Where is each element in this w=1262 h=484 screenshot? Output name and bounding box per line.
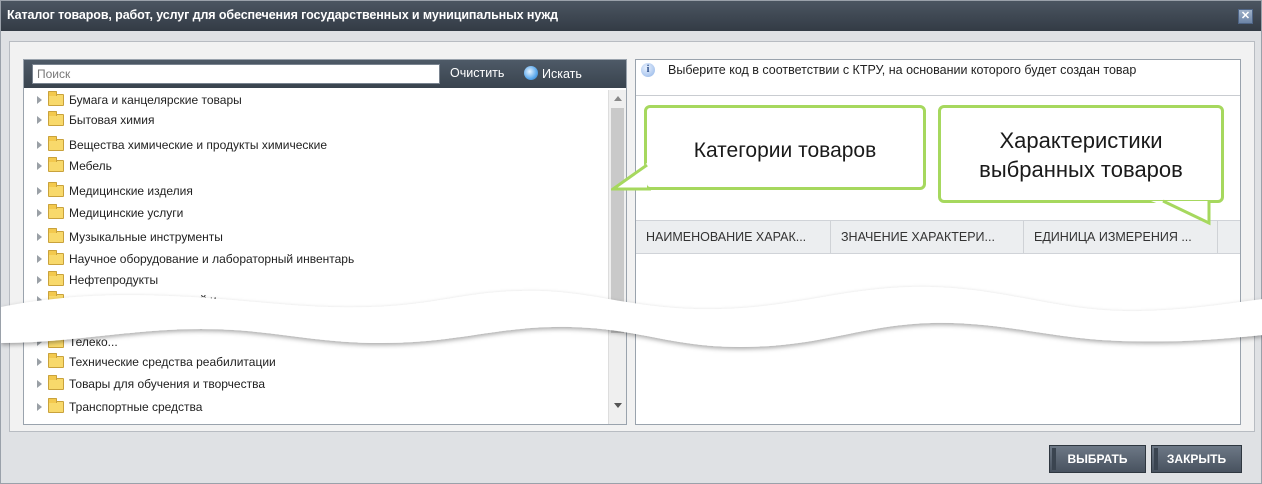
folder-icon bbox=[48, 157, 64, 172]
tree-item[interactable]: Бытовая химия bbox=[24, 110, 154, 130]
tree-scrollbar[interactable] bbox=[608, 90, 626, 424]
search-input[interactable] bbox=[32, 64, 440, 84]
search-icon bbox=[524, 66, 538, 80]
expand-arrow-icon[interactable] bbox=[37, 96, 42, 104]
dialog-title: Каталог товаров, работ, услуг для обеспе… bbox=[7, 8, 558, 22]
search-bar: Очистить Искать bbox=[24, 60, 626, 88]
expand-arrow-icon[interactable] bbox=[37, 209, 42, 217]
expand-arrow-icon[interactable] bbox=[37, 187, 42, 195]
tree-item[interactable]: Медицинские изделия bbox=[24, 181, 193, 201]
tree-item[interactable]: Бумага и канцелярские товары bbox=[24, 90, 242, 110]
info-text: Выберите код в соответствии с КТРУ, на о… bbox=[668, 63, 1137, 77]
callout-categories-pointer bbox=[611, 163, 651, 191]
tree-item-label: Медицинские услуги bbox=[69, 206, 184, 220]
expand-arrow-icon[interactable] bbox=[37, 116, 42, 124]
folder-icon bbox=[48, 204, 64, 219]
column-header-name[interactable]: НАИМЕНОВАНИЕ ХАРАК... bbox=[636, 221, 831, 253]
tree-item[interactable]: Музыкальные инструменты bbox=[24, 227, 223, 247]
tree-item-label: Научное оборудование и лабораторный инве… bbox=[69, 252, 355, 266]
expand-arrow-icon[interactable] bbox=[37, 358, 42, 366]
tree-item[interactable]: Товары для обучения и творчества bbox=[24, 374, 265, 394]
tree-item[interactable]: Научное оборудование и лабораторный инве… bbox=[24, 249, 354, 269]
folder-icon bbox=[48, 228, 64, 243]
tree-item-label: Вещества химические и продукты химически… bbox=[69, 138, 328, 152]
scroll-up-icon[interactable] bbox=[614, 96, 622, 101]
callout-characteristics: Характеристики выбранных товаров bbox=[938, 105, 1224, 203]
tree-item-label: Технические средства реабилитации bbox=[69, 355, 276, 369]
folder-icon bbox=[48, 250, 64, 265]
callout-characteristics-pointer bbox=[1151, 199, 1211, 226]
close-button[interactable]: ЗАКРЫТЬ bbox=[1151, 445, 1242, 473]
tree-item[interactable]: Вещества химические и продукты химически… bbox=[24, 135, 327, 155]
expand-arrow-icon[interactable] bbox=[37, 255, 42, 263]
tree-item[interactable]: Мебель bbox=[24, 156, 112, 176]
folder-icon bbox=[48, 91, 64, 106]
expand-arrow-icon[interactable] bbox=[37, 403, 42, 411]
search-button[interactable]: Искать bbox=[524, 66, 582, 81]
categories-panel: Очистить Искать Бумага и канцелярские то… bbox=[23, 59, 627, 425]
folder-icon bbox=[48, 136, 64, 151]
column-header-value[interactable]: ЗНАЧЕНИЕ ХАРАКТЕРИ... bbox=[831, 221, 1024, 253]
tree-item-label: Товары для обучения и творчества bbox=[69, 377, 266, 391]
tree-item-label: Мебель bbox=[69, 159, 112, 173]
torn-break-overlay bbox=[1, 286, 1262, 347]
scroll-down-icon[interactable] bbox=[614, 403, 622, 408]
callout-characteristics-line1: Характеристики bbox=[999, 128, 1163, 153]
clear-button[interactable]: Очистить bbox=[450, 66, 504, 80]
folder-icon bbox=[48, 398, 64, 413]
tree-item-label: Бытовая химия bbox=[69, 113, 155, 127]
folder-icon bbox=[48, 182, 64, 197]
expand-arrow-icon[interactable] bbox=[37, 233, 42, 241]
title-bar: Каталог товаров, работ, услуг для обеспе… bbox=[1, 1, 1261, 31]
catalog-dialog: Каталог товаров, работ, услуг для обеспе… bbox=[0, 0, 1262, 484]
tree-item-label: Бумага и канцелярские товары bbox=[69, 93, 242, 107]
folder-icon bbox=[48, 111, 64, 126]
search-button-label: Искать bbox=[542, 67, 582, 81]
tree-item-label: Музыкальные инструменты bbox=[69, 230, 223, 244]
select-button[interactable]: ВЫБРАТЬ bbox=[1049, 445, 1146, 473]
folder-icon bbox=[48, 375, 64, 390]
info-icon: i bbox=[641, 63, 655, 77]
expand-arrow-icon[interactable] bbox=[37, 380, 42, 388]
tree-item[interactable]: Медицинские услуги bbox=[24, 203, 183, 223]
info-message: i Выберите код в соответствии с КТРУ, на… bbox=[636, 60, 1240, 96]
tree-item[interactable]: Транспортные средства bbox=[24, 397, 202, 417]
expand-arrow-icon[interactable] bbox=[37, 162, 42, 170]
close-icon[interactable]: ✕ bbox=[1238, 9, 1253, 24]
callout-characteristics-line2: выбранных товаров bbox=[979, 157, 1183, 182]
tree-item-label: Медицинские изделия bbox=[69, 184, 193, 198]
folder-icon bbox=[48, 353, 64, 368]
expand-arrow-icon[interactable] bbox=[37, 141, 42, 149]
callout-categories: Категории товаров bbox=[644, 105, 926, 190]
tree-item-label: Транспортные средства bbox=[69, 400, 203, 414]
category-tree: Бумага и канцелярские товары Бытовая хим… bbox=[24, 90, 608, 424]
